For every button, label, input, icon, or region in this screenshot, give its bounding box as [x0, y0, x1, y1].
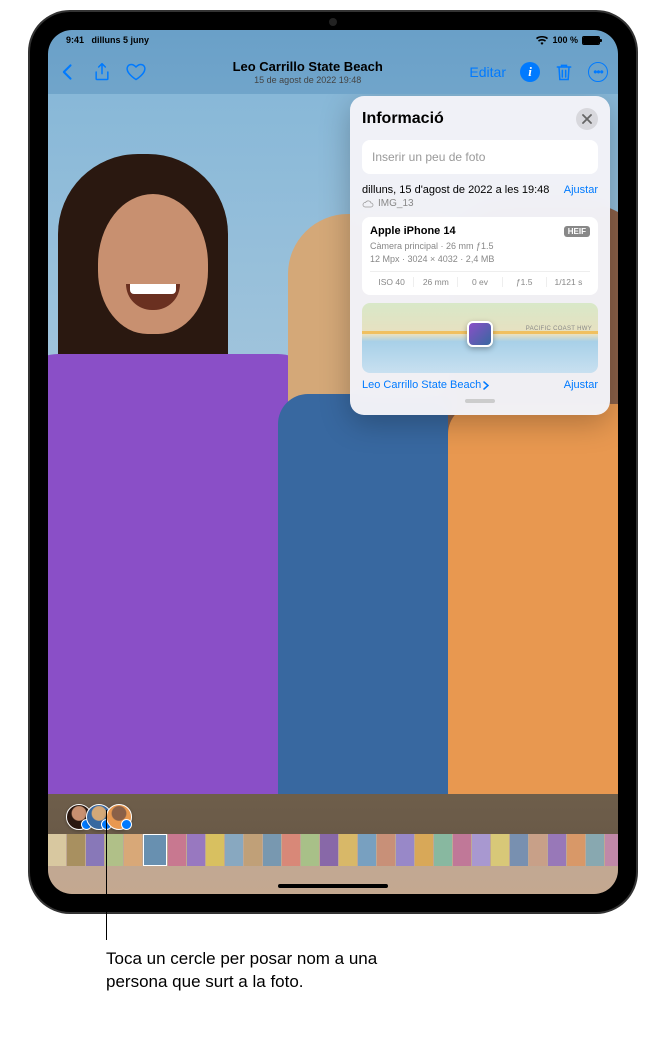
- info-button[interactable]: i: [520, 62, 540, 82]
- exif-focal: 26 mm: [414, 277, 458, 287]
- device-camera-dot: [329, 18, 337, 26]
- person-tag-3[interactable]: [106, 804, 132, 830]
- close-info-button[interactable]: [576, 108, 598, 130]
- thumbnail[interactable]: [282, 834, 300, 866]
- edit-button[interactable]: Editar: [469, 64, 506, 80]
- battery-percentage: 100 %: [552, 35, 578, 45]
- format-badge: HEIF: [564, 226, 590, 237]
- thumbnail[interactable]: [301, 834, 319, 866]
- thumbnail[interactable]: [263, 834, 281, 866]
- info-panel-title: Informació: [362, 110, 444, 128]
- thumbnail[interactable]: [143, 834, 167, 866]
- people-tags: [66, 804, 126, 830]
- thumbnail[interactable]: [567, 834, 585, 866]
- thumbnail[interactable]: [206, 834, 224, 866]
- panel-drag-handle[interactable]: [465, 399, 495, 403]
- exif-shutter: 1/121 s: [547, 277, 590, 287]
- photo-date: dilluns, 15 d'agost de 2022 a les 19:48: [362, 184, 549, 196]
- photo-viewer[interactable]: Informació Inserir un peu de foto dillun…: [48, 94, 618, 834]
- thumbnail[interactable]: [67, 834, 85, 866]
- thumbnail[interactable]: [244, 834, 262, 866]
- lens-info: Càmera principal · 26 mm ƒ1.5: [370, 240, 590, 253]
- wifi-icon: [536, 36, 548, 45]
- nav-bar: Leo Carrillo State Beach 15 de agost de …: [48, 50, 618, 94]
- thumbnail[interactable]: [491, 834, 509, 866]
- status-bar: 9:41 dilluns 5 juny 100 %: [48, 30, 618, 50]
- trash-button[interactable]: [554, 62, 574, 82]
- location-link[interactable]: Leo Carrillo State Beach: [362, 379, 489, 391]
- adjust-date-button[interactable]: Ajustar: [564, 184, 598, 196]
- thumbnail[interactable]: [86, 834, 104, 866]
- chevron-right-icon: [483, 381, 489, 390]
- screen: 9:41 dilluns 5 juny 100 %: [48, 30, 618, 894]
- thumbnail-strip[interactable]: [48, 834, 618, 866]
- thumbnail[interactable]: [529, 834, 547, 866]
- map-road-label: PACIFIC COAST HWY: [526, 326, 592, 332]
- status-left: 9:41 dilluns 5 juny: [66, 35, 149, 45]
- more-button[interactable]: •••: [588, 62, 608, 82]
- thumbnail[interactable]: [187, 834, 205, 866]
- cloud-icon: [362, 199, 374, 209]
- thumbnail[interactable]: [586, 834, 604, 866]
- thumbnail[interactable]: [472, 834, 490, 866]
- thumbnail[interactable]: [124, 834, 142, 866]
- thumbnail[interactable]: [415, 834, 433, 866]
- exif-ev: 0 ev: [458, 277, 502, 287]
- thumbnail[interactable]: [339, 834, 357, 866]
- home-indicator[interactable]: [278, 884, 388, 888]
- thumbnail[interactable]: [548, 834, 566, 866]
- resolution-info: 12 Mpx · 3024 × 4032 · 2,4 MB: [370, 253, 590, 266]
- adjust-location-button[interactable]: Ajustar: [564, 379, 598, 391]
- location-map[interactable]: PACIFIC COAST HWY: [362, 303, 598, 373]
- file-name: IMG_13: [378, 198, 414, 209]
- thumbnail[interactable]: [510, 834, 528, 866]
- thumbnail[interactable]: [396, 834, 414, 866]
- ipad-frame: 9:41 dilluns 5 juny 100 %: [30, 12, 636, 912]
- thumbnail[interactable]: [320, 834, 338, 866]
- status-right: 100 %: [536, 35, 600, 45]
- page-subtitle: 15 de agost de 2022 19:48: [146, 75, 469, 85]
- thumbnail[interactable]: [453, 834, 471, 866]
- status-date: dilluns 5 juny: [92, 35, 150, 45]
- thumbnail[interactable]: [605, 834, 618, 866]
- thumbnail[interactable]: [377, 834, 395, 866]
- camera-model: Apple iPhone 14: [370, 225, 456, 237]
- exif-iso: ISO 40: [370, 277, 414, 287]
- battery-icon: [582, 36, 600, 45]
- page-title: Leo Carrillo State Beach: [146, 59, 469, 74]
- caption-input[interactable]: Inserir un peu de foto: [362, 140, 598, 174]
- thumbnail[interactable]: [48, 834, 66, 866]
- callout-line: [106, 810, 107, 940]
- thumbnail[interactable]: [105, 834, 123, 866]
- favorite-button[interactable]: [126, 62, 146, 82]
- thumbnail[interactable]: [168, 834, 186, 866]
- camera-info-card: Apple iPhone 14 HEIF Càmera principal · …: [362, 217, 598, 295]
- back-button[interactable]: [58, 62, 78, 82]
- share-button[interactable]: [92, 62, 112, 82]
- map-photo-pin[interactable]: [467, 321, 493, 347]
- close-icon: [582, 114, 592, 124]
- thumbnail[interactable]: [358, 834, 376, 866]
- exif-aperture: ƒ1.5: [503, 277, 547, 287]
- exif-row: ISO 40 26 mm 0 ev ƒ1.5 1/121 s: [370, 271, 590, 287]
- info-panel: Informació Inserir un peu de foto dillun…: [350, 96, 610, 415]
- callout-text: Toca un cercle per posar nom a una perso…: [106, 948, 426, 994]
- status-time: 9:41: [66, 35, 84, 45]
- thumbnail[interactable]: [225, 834, 243, 866]
- thumbnail[interactable]: [434, 834, 452, 866]
